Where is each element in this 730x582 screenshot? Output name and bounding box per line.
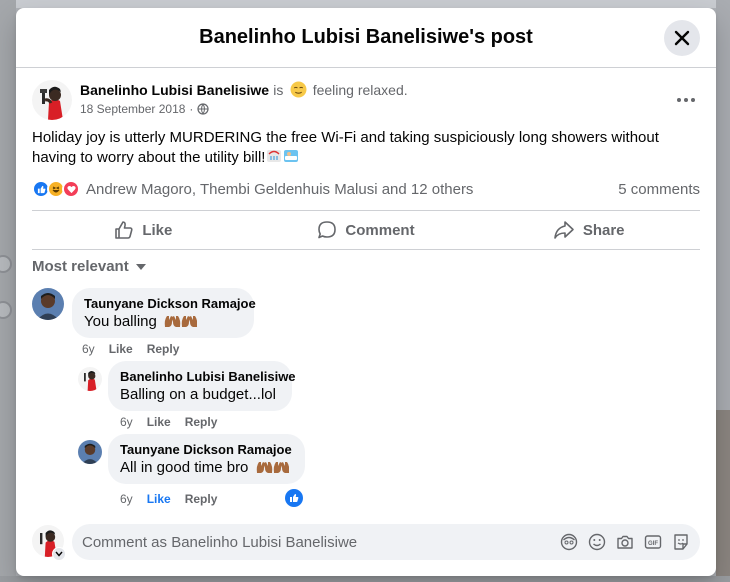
background-toolbar bbox=[0, 0, 730, 8]
post-meta: 18 September 2018 · bbox=[80, 102, 210, 116]
share-label: Share bbox=[582, 221, 625, 239]
author-avatar[interactable] bbox=[32, 80, 72, 120]
reaction-icons[interactable] bbox=[32, 180, 80, 198]
comment-sort-dropdown[interactable]: Most relevant bbox=[32, 258, 147, 275]
bathtub-icon bbox=[284, 150, 299, 162]
post-date[interactable]: 18 September 2018 bbox=[80, 102, 185, 116]
post-dialog: Banelinho Lubisi Banelisiwe's post Banel… bbox=[16, 8, 716, 576]
comment-text: You balling bbox=[84, 312, 242, 332]
close-button[interactable] bbox=[664, 20, 700, 56]
post-actions: Like Comment Share bbox=[32, 210, 700, 250]
post-text: Holiday joy is utterly MURDERING the fre… bbox=[32, 129, 659, 166]
comment-author[interactable]: Taunyane Dickson Ramajoe bbox=[120, 442, 293, 458]
caret-down-icon bbox=[135, 263, 146, 270]
globe-icon bbox=[197, 103, 210, 115]
comment-actions: 6y Like Reply bbox=[120, 415, 217, 429]
dialog-title: Banelinho Lubisi Banelisiwe's post bbox=[199, 26, 533, 48]
background-bottom-strip bbox=[0, 576, 730, 582]
commenter-avatar[interactable] bbox=[78, 367, 102, 391]
feeling-verb: is bbox=[273, 82, 284, 98]
emoji-icon[interactable] bbox=[588, 533, 606, 551]
background-radio bbox=[0, 255, 12, 273]
svg-text:GIF: GIF bbox=[648, 541, 658, 547]
comment-bubble: Taunyane Dickson Ramajoe You balling bbox=[72, 288, 256, 338]
share-arrow-icon bbox=[554, 221, 574, 239]
raising-hands-icon bbox=[164, 316, 198, 327]
dialog-header: Banelinho Lubisi Banelisiwe's post bbox=[16, 8, 716, 68]
comment-like-button[interactable]: Like bbox=[147, 492, 171, 506]
comments-count[interactable]: 5 comments bbox=[618, 181, 700, 198]
raising-hands-icon bbox=[256, 462, 289, 473]
meta-separator: · bbox=[189, 102, 194, 116]
comment-input-placeholder: Comment as Banelinho Lubisi Banelisiwe bbox=[82, 533, 358, 551]
like-label: Like bbox=[142, 221, 173, 239]
like-reaction-icon bbox=[290, 494, 299, 502]
like-button[interactable]: Like bbox=[32, 211, 255, 249]
comment-reply-button[interactable]: Reply bbox=[185, 492, 218, 506]
author-line: Banelinho Lubisi Banelisiwe is feeling r… bbox=[80, 81, 408, 99]
commenter-avatar[interactable] bbox=[32, 288, 64, 320]
camera-icon[interactable] bbox=[616, 533, 634, 551]
composer-avatar-switcher[interactable] bbox=[32, 525, 66, 561]
share-button[interactable]: Share bbox=[477, 211, 700, 249]
feeling-text: feeling relaxed. bbox=[312, 82, 408, 98]
comment-input[interactable]: Comment as Banelinho Lubisi Banelisiwe G… bbox=[72, 524, 700, 560]
comment-text: Balling on a budget...lol bbox=[120, 386, 276, 403]
comment-actions: 6y Like Reply bbox=[120, 492, 217, 506]
comment-reply-button[interactable]: Reply bbox=[147, 342, 180, 356]
comment-label: Comment bbox=[345, 221, 415, 239]
love-reaction-icon bbox=[62, 180, 80, 198]
author-name[interactable]: Banelinho Lubisi Banelisiwe bbox=[80, 82, 269, 98]
comment-bubble: Banelinho Lubisi Banelisiwe Balling on a… bbox=[108, 361, 296, 411]
comment-like-button[interactable]: Like bbox=[147, 415, 171, 429]
chevron-down-icon bbox=[52, 547, 66, 561]
close-icon bbox=[674, 30, 690, 46]
gif-icon[interactable]: GIF bbox=[644, 533, 662, 551]
post-header: Banelinho Lubisi Banelisiwe is feeling r… bbox=[32, 80, 700, 120]
sticker-icon[interactable] bbox=[672, 533, 690, 551]
comment-reaction-badge[interactable] bbox=[285, 489, 303, 507]
comment-text: All in good time bro bbox=[120, 458, 293, 478]
shower-icon bbox=[267, 150, 282, 162]
comment-bubble: Taunyane Dickson Ramajoe All in good tim… bbox=[108, 434, 305, 484]
post-options-button[interactable] bbox=[672, 86, 700, 114]
background-photo bbox=[716, 410, 730, 582]
comment-text-content: All in good time bro bbox=[120, 459, 249, 476]
comment-bubble-icon bbox=[318, 221, 337, 239]
commenter-avatar[interactable] bbox=[78, 440, 102, 464]
comment-time[interactable]: 6y bbox=[82, 342, 95, 356]
comment-like-button[interactable]: Like bbox=[109, 342, 133, 356]
background-left-column bbox=[0, 0, 16, 582]
comment-reply-button[interactable]: Reply bbox=[185, 415, 218, 429]
relieved-face-icon bbox=[290, 81, 306, 98]
reaction-names[interactable]: Andrew Magoro, Thembi Geldenhuis Malusi … bbox=[86, 181, 473, 198]
comment-author[interactable]: Banelinho Lubisi Banelisiwe bbox=[120, 369, 296, 385]
more-dots-icon bbox=[677, 98, 695, 102]
thumbs-up-icon bbox=[115, 221, 133, 239]
comment-time[interactable]: 6y bbox=[120, 492, 133, 506]
comment-actions: 6y Like Reply bbox=[82, 342, 179, 356]
reactions-summary: Andrew Magoro, Thembi Geldenhuis Malusi … bbox=[32, 178, 700, 200]
avatar-sticker-icon[interactable] bbox=[560, 533, 578, 551]
comment-author[interactable]: Taunyane Dickson Ramajoe bbox=[84, 296, 256, 312]
comment-composer: Comment as Banelinho Lubisi Banelisiwe G… bbox=[32, 524, 700, 561]
post-body: Holiday joy is utterly MURDERING the fre… bbox=[32, 128, 692, 168]
comment-time[interactable]: 6y bbox=[120, 415, 133, 429]
sort-label: Most relevant bbox=[32, 258, 129, 275]
background-radio bbox=[0, 301, 12, 319]
comment-button[interactable]: Comment bbox=[255, 211, 478, 249]
composer-tools: GIF bbox=[560, 533, 690, 551]
comment-text-content: You balling bbox=[84, 313, 157, 330]
